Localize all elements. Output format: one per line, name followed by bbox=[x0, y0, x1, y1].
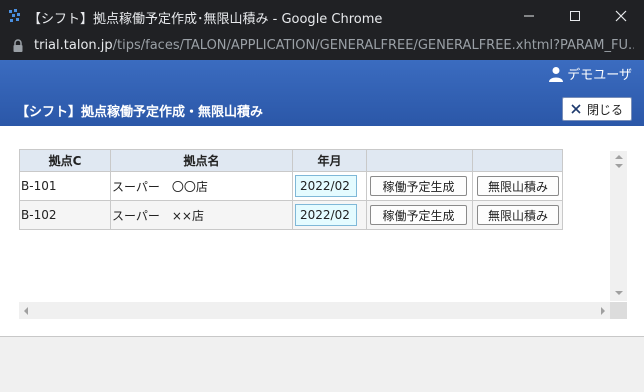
scroll-left-icon bbox=[24, 306, 28, 315]
year-month-input[interactable]: 2022/02 bbox=[295, 204, 357, 226]
user-name: デモユーザ bbox=[567, 68, 632, 83]
scroll-down-arrow[interactable] bbox=[610, 287, 627, 299]
scroll-left-arrow[interactable] bbox=[19, 302, 33, 319]
scroll-right-icon bbox=[601, 306, 605, 315]
scroll-down-icon bbox=[614, 291, 623, 295]
footer-area bbox=[0, 336, 644, 392]
vertical-scrollbar[interactable] bbox=[610, 151, 627, 301]
minimize-button[interactable] bbox=[506, 0, 552, 32]
close-button[interactable]: 閉じる bbox=[562, 97, 632, 121]
url-text[interactable]: trial.talon.jp/tips/faces/TALON/APPLICAT… bbox=[34, 38, 634, 53]
site-code-cell: B-102 bbox=[19, 200, 111, 230]
generate-schedule-button[interactable]: 稼働予定生成 bbox=[370, 176, 467, 196]
column-header-name: 拠点名 bbox=[110, 149, 293, 172]
user-icon bbox=[549, 66, 564, 82]
yamazumi-cell: 無限山積み bbox=[472, 171, 563, 201]
site-name-cell: スーパー ××店 bbox=[110, 200, 293, 230]
lock-icon bbox=[13, 39, 23, 52]
scroll-down-icon bbox=[614, 164, 623, 168]
horizontal-scrollbar[interactable] bbox=[19, 302, 610, 319]
browser-title-bar: 【シフト】拠点稼働予定作成･無限山積み - Google Chrome bbox=[0, 0, 644, 32]
content-area: 拠点C 拠点名 年月 B-101 スーパー 〇〇店 2022/02 稼働予定生成… bbox=[0, 126, 644, 336]
minimize-icon bbox=[524, 15, 534, 17]
maximize-icon bbox=[570, 11, 580, 21]
year-month-cell: 2022/02 bbox=[292, 171, 367, 201]
year-month-input[interactable]: 2022/02 bbox=[295, 175, 357, 197]
close-window-icon bbox=[615, 10, 627, 22]
generate-cell: 稼働予定生成 bbox=[366, 171, 473, 201]
infinite-yamazumi-button[interactable]: 無限山積み bbox=[477, 176, 559, 196]
site-table: 拠点C 拠点名 年月 B-101 スーパー 〇〇店 2022/02 稼働予定生成… bbox=[19, 149, 563, 230]
user-menu[interactable]: デモユーザ bbox=[549, 64, 632, 83]
url-path: /tips/faces/TALON/APPLICATION/GENERALFRE… bbox=[112, 38, 634, 53]
close-window-button[interactable] bbox=[598, 0, 644, 32]
url-host: trial.talon.jp bbox=[34, 38, 113, 53]
column-header-generate bbox=[366, 149, 473, 172]
window-title: 【シフト】拠点稼働予定作成･無限山積み - Google Chrome bbox=[28, 12, 383, 27]
scrollbar-corner bbox=[610, 302, 627, 319]
column-header-yamazumi bbox=[472, 149, 563, 172]
scroll-down-arrow-top[interactable] bbox=[610, 160, 627, 172]
app-icon bbox=[9, 9, 20, 22]
scroll-right-arrow[interactable] bbox=[596, 302, 610, 319]
generate-cell: 稼働予定生成 bbox=[366, 200, 473, 230]
table-row: B-102 スーパー ××店 2022/02 稼働予定生成 無限山積み bbox=[19, 200, 563, 230]
yamazumi-cell: 無限山積み bbox=[472, 200, 563, 230]
table-row: B-101 スーパー 〇〇店 2022/02 稼働予定生成 無限山積み bbox=[19, 171, 563, 201]
table-header-row: 拠点C 拠点名 年月 bbox=[19, 149, 563, 172]
close-x-icon bbox=[571, 104, 581, 114]
maximize-button[interactable] bbox=[552, 0, 598, 32]
page-title: 【シフト】拠点稼働予定作成・無限山積み bbox=[16, 105, 264, 120]
generate-schedule-button[interactable]: 稼働予定生成 bbox=[370, 205, 467, 225]
column-header-code: 拠点C bbox=[19, 149, 111, 172]
site-code-cell: B-101 bbox=[19, 171, 111, 201]
address-bar[interactable]: trial.talon.jp/tips/faces/TALON/APPLICAT… bbox=[0, 32, 644, 60]
close-button-label: 閉じる bbox=[586, 102, 623, 117]
app-header: デモユーザ 【シフト】拠点稼働予定作成・無限山積み 閉じる bbox=[0, 60, 644, 126]
site-name-cell: スーパー 〇〇店 bbox=[110, 171, 293, 201]
year-month-cell: 2022/02 bbox=[292, 200, 367, 230]
column-header-year-month: 年月 bbox=[292, 149, 367, 172]
infinite-yamazumi-button[interactable]: 無限山積み bbox=[477, 205, 559, 225]
